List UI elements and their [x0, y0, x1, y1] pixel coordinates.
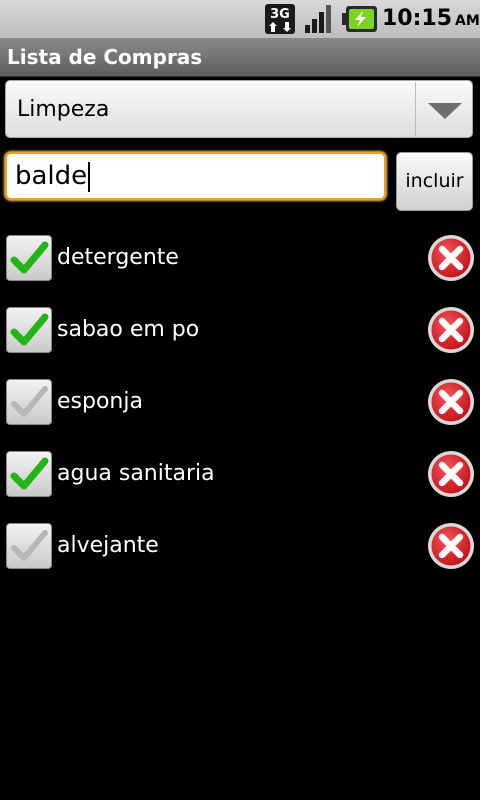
item-label: detergente: [57, 245, 179, 270]
list-item: esponja: [0, 367, 480, 437]
item-checkbox[interactable]: [6, 307, 52, 353]
item-input-text: balde: [15, 154, 91, 198]
item-input[interactable]: balde: [5, 152, 386, 200]
checkmark-icon: [10, 313, 49, 346]
item-label: agua sanitaria: [57, 461, 215, 486]
category-spinner-value: Limpeza: [17, 97, 110, 122]
title-bar: Lista de Compras: [0, 38, 480, 77]
text-caret: [88, 161, 91, 192]
list-item: detergente: [0, 223, 480, 293]
category-spinner[interactable]: Limpeza: [5, 80, 473, 138]
3g-icon: 3G: [265, 4, 295, 34]
item-checkbox[interactable]: [6, 235, 52, 281]
network-type-label: 3G: [270, 7, 290, 22]
clock: 10:15 AM: [382, 3, 480, 35]
item-label: esponja: [57, 389, 143, 414]
delete-icon[interactable]: [427, 306, 475, 354]
item-label: sabao em po: [57, 317, 200, 342]
item-input-value: balde: [15, 161, 88, 191]
list-item: agua sanitaria: [0, 439, 480, 509]
clock-time: 10:15: [382, 6, 453, 31]
delete-icon[interactable]: [427, 522, 475, 570]
status-bar: 3G 10:15 AM: [0, 0, 480, 38]
delete-icon[interactable]: [427, 450, 475, 498]
delete-icon[interactable]: [427, 234, 475, 282]
item-checkbox[interactable]: [6, 523, 52, 569]
signal-icon: [305, 5, 331, 33]
app-title: Lista de Compras: [7, 45, 203, 69]
item-label: alvejante: [57, 533, 159, 558]
list-item: alvejante: [0, 511, 480, 581]
clock-ampm: AM: [455, 13, 480, 29]
delete-icon[interactable]: [427, 378, 475, 426]
add-button[interactable]: incluir: [396, 152, 473, 211]
checkmark-icon: [10, 457, 49, 490]
checkmark-icon: [11, 386, 48, 417]
battery-charging-icon: [342, 6, 377, 32]
item-checkbox[interactable]: [6, 451, 52, 497]
chevron-down-icon: [428, 103, 462, 119]
spinner-divider: [415, 82, 416, 136]
list-item: sabao em po: [0, 295, 480, 365]
checkmark-icon: [11, 530, 48, 561]
checkmark-icon: [10, 241, 49, 274]
item-checkbox[interactable]: [6, 379, 52, 425]
